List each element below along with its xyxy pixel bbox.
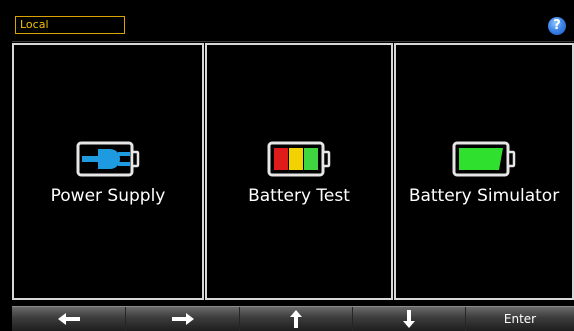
enter-label: Enter [503, 312, 537, 326]
softkey-left[interactable] [12, 307, 126, 331]
softkey-bar: Enter [12, 306, 574, 331]
tile-label-battery-test: Battery Test [248, 186, 350, 206]
arrow-left-icon [57, 313, 80, 325]
tile-label-power-supply: Power Supply [50, 186, 166, 206]
arrow-up-icon [290, 310, 302, 328]
power-plug-icon [76, 141, 140, 177]
arrow-down-icon [403, 310, 415, 328]
arrow-right-icon [171, 313, 194, 325]
softkey-down[interactable] [353, 307, 466, 331]
tile-label-battery-simulator: Battery Simulator [408, 186, 560, 206]
tile-battery-test[interactable]: Battery Test [205, 43, 393, 300]
battery-simulator-icon [452, 141, 516, 177]
status-bar: Local ? [12, 13, 574, 42]
app-tiles: Power Supply Battery Test Battery Simula… [12, 43, 574, 300]
instrument-screen: Local ? Power Supply Battery Test Batter… [0, 0, 574, 331]
tile-power-supply[interactable]: Power Supply [12, 43, 204, 300]
softkey-right[interactable] [126, 307, 240, 331]
softkey-enter[interactable]: Enter [466, 307, 574, 331]
battery-test-icon [267, 141, 331, 177]
tile-battery-simulator[interactable]: Battery Simulator [394, 43, 574, 300]
softkey-up[interactable] [240, 307, 353, 331]
question-mark-icon[interactable]: ? [548, 17, 566, 35]
local-mode-indicator[interactable]: Local [15, 16, 125, 34]
